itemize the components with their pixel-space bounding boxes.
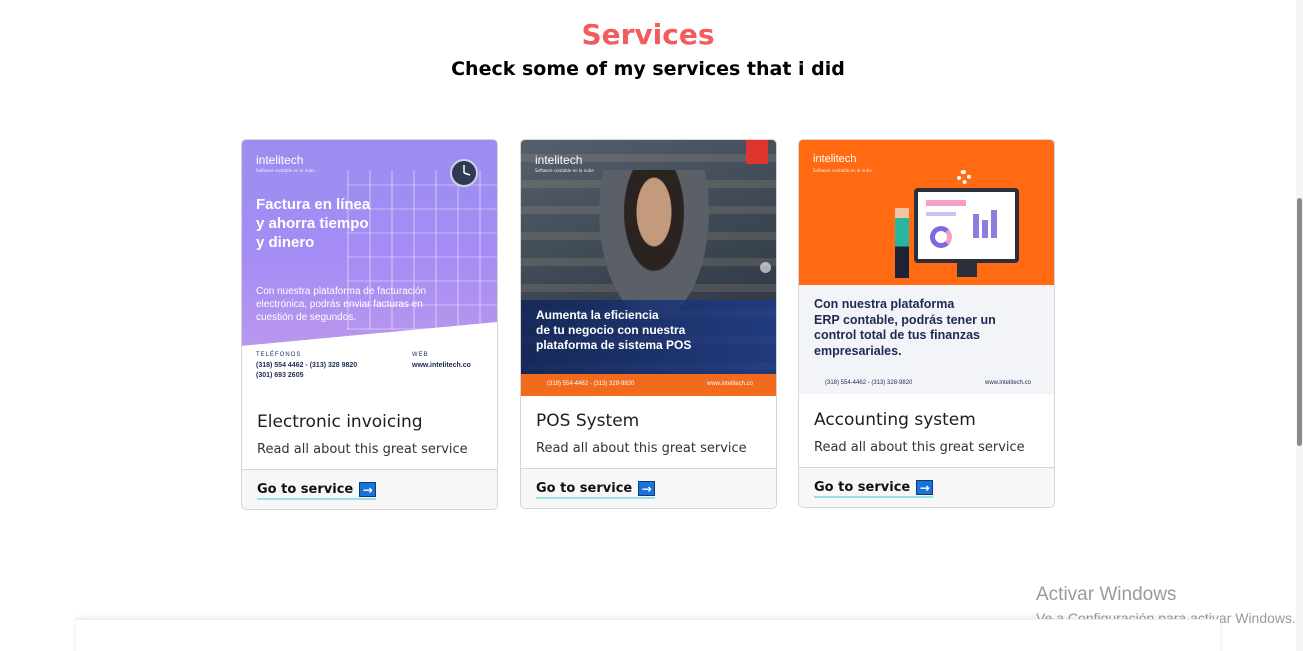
arrow-right-icon: →: [916, 480, 934, 495]
poster-contact-strip: (318) 554-4462 - (313) 328-9820 www.inte…: [521, 374, 776, 396]
card-text: Read all about this great service: [814, 440, 1025, 455]
card-footer: Go to service →: [242, 469, 497, 509]
section-subtitle: Check some of my services that i did: [451, 58, 845, 80]
service-card-accounting-system: intelitech Software contable en la nube …: [798, 139, 1055, 508]
poster-brand: intelitech: [813, 153, 857, 165]
windows-activation-title: Activar Windows: [1036, 584, 1177, 605]
gear-icon: [957, 170, 971, 184]
scrollbar-thumb[interactable]: [1297, 198, 1302, 446]
card-text: Read all about this great service: [536, 441, 747, 456]
arrow-right-icon: →: [359, 482, 377, 497]
clock-icon: [450, 159, 478, 187]
headline-line: Factura en línea: [256, 196, 371, 213]
dashboard-illustration: [914, 188, 1019, 263]
poster-brand-sub: Software contable en la nube: [535, 168, 594, 173]
person-illustration: [895, 208, 909, 278]
headline-line: Aumenta la eficiencia: [536, 308, 659, 322]
phones: (318) 554-4462 - (313) 328-9820: [547, 381, 635, 387]
poster-diagonal: [242, 322, 497, 346]
phones: (318) 554-4462 - (313) 328-9820: [825, 380, 913, 386]
web-label: WEB: [412, 352, 429, 358]
card-text: Read all about this great service: [257, 442, 468, 457]
monitor-stand: [957, 263, 977, 277]
card-title: Accounting system: [814, 410, 976, 430]
poster-brand: intelitech: [535, 153, 583, 167]
go-to-service-link[interactable]: Go to service →: [814, 480, 934, 498]
carousel-next-icon: [760, 262, 771, 273]
headline-line: de tu negocio con nuestra: [536, 323, 686, 337]
pos-system-image: intelitech Software contable en la nube …: [521, 140, 776, 396]
phones-label: TELÉFONOS: [256, 352, 302, 358]
accounting-system-image: intelitech Software contable en la nube …: [799, 140, 1054, 394]
scrollbar[interactable]: [1296, 0, 1303, 651]
link-label: Go to service: [814, 480, 911, 495]
service-card-electronic-invoicing: intelitech Software contable en la nube …: [241, 139, 498, 510]
phones2: (301) 693 2605: [256, 372, 304, 379]
link-label: Go to service: [536, 481, 633, 496]
phones: (318) 554 4462 - (313) 328 9820: [256, 362, 358, 369]
headline-line: y dinero: [256, 233, 315, 251]
poster-headline: Con nuestra plataforma ERP contable, pod…: [814, 297, 996, 360]
person-illustration: [599, 170, 709, 320]
poster-brand-sub: Software contable en la nube: [256, 168, 315, 173]
card-body: POS System Read all about this great ser…: [521, 396, 776, 468]
headline-line: y ahorra tiempo: [256, 214, 369, 232]
headline-line: ERP contable, podrás tener un: [814, 312, 996, 327]
poster-brand-sub: Software contable en la nube: [813, 168, 872, 173]
service-card-pos-system: intelitech Software contable en la nube …: [520, 139, 777, 509]
card-title: Electronic invoicing: [257, 412, 423, 432]
link-label: Go to service: [257, 482, 354, 497]
web: www.intelitech.co: [985, 380, 1032, 386]
headline-line: control total de tus finanzas: [814, 328, 980, 343]
go-to-service-link[interactable]: Go to service →: [536, 481, 656, 499]
go-to-service-link[interactable]: Go to service →: [257, 482, 377, 500]
electronic-invoicing-image: intelitech Software contable en la nube …: [242, 140, 497, 398]
card-footer: Go to service →: [799, 467, 1054, 507]
poster-headline: Factura en línea y ahorra tiempo y diner…: [256, 196, 370, 252]
headline-line: empresariales.: [814, 343, 902, 358]
poster-brand: intelitech: [256, 153, 304, 167]
poster-headline: Aumenta la eficiencia de tu negocio con …: [536, 308, 691, 353]
card-footer: Go to service →: [521, 468, 776, 508]
section-title: Services: [581, 18, 715, 51]
card-body: Accounting system Read all about this gr…: [799, 394, 1054, 467]
web: www.intelitech.co: [412, 362, 471, 369]
headline-line: plataforma de sistema POS: [536, 338, 692, 352]
card-body: Electronic invoicing Read all about this…: [242, 398, 497, 469]
web: www.intelitech.co: [707, 381, 754, 387]
card-title: POS System: [536, 411, 640, 431]
arrow-right-icon: →: [638, 481, 656, 496]
next-section-panel: [76, 619, 1220, 651]
poster-body: Con nuestra plataforma de facturación el…: [256, 286, 427, 323]
badge-icon: [746, 140, 768, 164]
poster-contact-strip: TELÉFONOS (318) 554 4462 - (313) 328 982…: [242, 346, 497, 398]
headline-line: Con nuestra plataforma: [814, 297, 955, 311]
